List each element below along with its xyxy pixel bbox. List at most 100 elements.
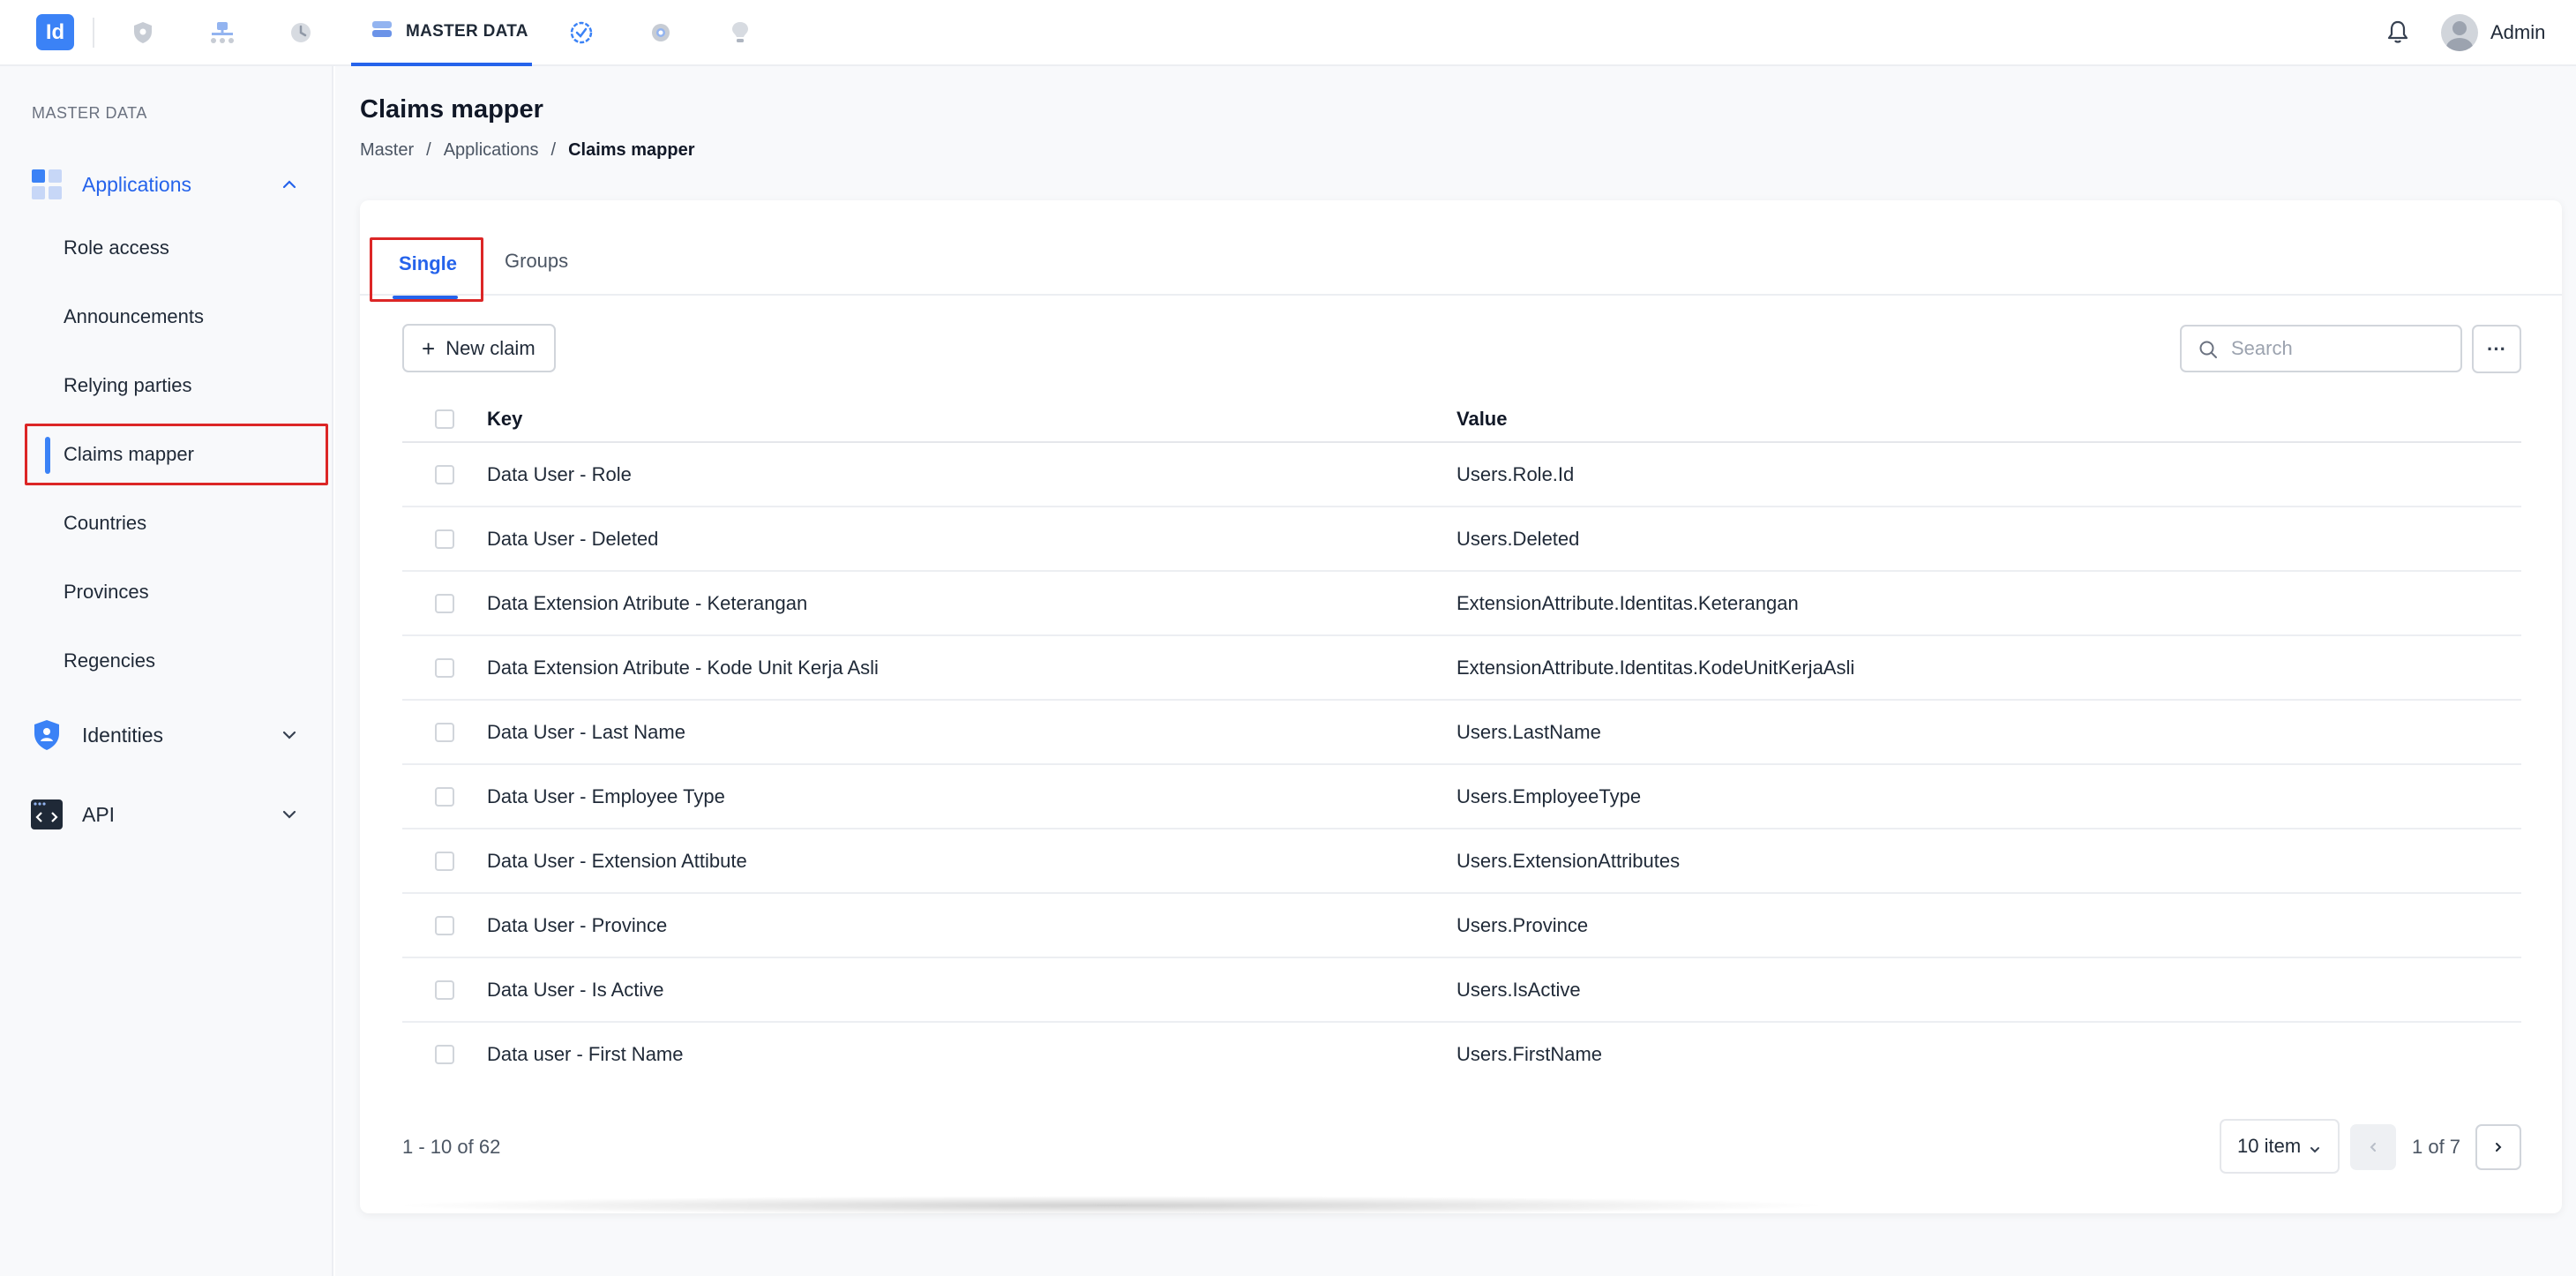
- check-badge-icon[interactable]: [564, 15, 599, 50]
- search-box[interactable]: [2180, 325, 2462, 372]
- per-page-select[interactable]: 10 item: [2220, 1119, 2340, 1174]
- page-title: Claims mapper: [360, 95, 543, 124]
- chevron-up-icon: [279, 174, 300, 195]
- sidebar-group-label: API: [82, 802, 116, 826]
- sidebar-item-label: Announcements: [64, 305, 204, 327]
- cell-key: Data user - First Name: [487, 1043, 684, 1065]
- cell-value: Users.IsActive: [1456, 979, 1581, 1001]
- cell-value: ExtensionAttribute.Identitas.Keterangan: [1456, 592, 1799, 614]
- breadcrumb-current: Claims mapper: [568, 140, 695, 160]
- main-content: Claims mapper Master / Applications / Cl…: [335, 66, 2576, 1276]
- shield-icon[interactable]: [125, 15, 161, 50]
- new-claim-label: New claim: [446, 336, 535, 359]
- grid-apps-icon: [30, 168, 64, 201]
- breadcrumb-separator: /: [550, 140, 557, 160]
- tab-groups[interactable]: Groups: [505, 250, 568, 273]
- sidebar-item-label: Provinces: [64, 581, 149, 603]
- settings-icon[interactable]: [643, 15, 678, 50]
- more-options-button[interactable]: ···: [2472, 325, 2521, 373]
- select-all-checkbox[interactable]: [435, 409, 454, 429]
- footer-shadow: [388, 1196, 1835, 1215]
- sidebar-item-provinces[interactable]: Provinces: [25, 561, 328, 623]
- sidebar-item-regencies[interactable]: Regencies: [25, 630, 328, 692]
- tab-active-underline: [393, 296, 458, 299]
- table-row[interactable]: Data user - First Name Users.FirstName: [402, 1023, 2521, 1087]
- user-name[interactable]: Admin: [2490, 21, 2545, 44]
- avatar[interactable]: [2441, 14, 2478, 51]
- row-checkbox[interactable]: [435, 594, 454, 613]
- table-row[interactable]: Data User - Last Name Users.LastName: [402, 701, 2521, 765]
- cell-key: Data Extension Atribute - Keterangan: [487, 592, 808, 614]
- identity-shield-icon: [30, 718, 64, 752]
- sidebar-group-identities[interactable]: Identities: [0, 709, 333, 762]
- cell-key: Data User - Last Name: [487, 721, 685, 743]
- table-row[interactable]: Data User - Province Users.Province: [402, 894, 2521, 958]
- bell-icon[interactable]: [2382, 16, 2414, 48]
- cell-value: Users.Deleted: [1456, 528, 1580, 550]
- breadcrumb-applications[interactable]: Applications: [444, 140, 539, 161]
- row-checkbox[interactable]: [435, 852, 454, 871]
- search-input[interactable]: [2231, 335, 2452, 362]
- cell-value: Users.FirstName: [1456, 1043, 1603, 1065]
- tab-single[interactable]: Single: [370, 237, 483, 302]
- sidebar-item-countries[interactable]: Countries: [25, 492, 328, 554]
- sidebar-group-api[interactable]: API: [0, 788, 333, 841]
- tab-master-data[interactable]: MASTER DATA: [351, 0, 532, 66]
- tab-single-label: Single: [399, 252, 458, 274]
- cell-value: Users.Province: [1456, 914, 1589, 936]
- code-window-icon: [30, 798, 64, 831]
- top-navbar: Id MASTER DATA Admin: [0, 0, 2576, 66]
- history-icon[interactable]: [283, 15, 318, 50]
- cell-key: Data User - Extension Attibute: [487, 850, 747, 872]
- sidebar-item-relying-parties[interactable]: Relying parties: [25, 355, 328, 417]
- cell-key: Data User - Is Active: [487, 979, 664, 1001]
- row-checkbox[interactable]: [435, 980, 454, 1000]
- sidebar-item-role-access[interactable]: Role access: [25, 217, 328, 279]
- sidebar-group-label: Identities: [82, 723, 164, 747]
- row-checkbox[interactable]: [435, 787, 454, 807]
- pagination-range: 1 - 10 of 62: [402, 1136, 501, 1158]
- sidebar-item-announcements[interactable]: Announcements: [25, 286, 328, 348]
- lightbulb-icon[interactable]: [723, 15, 758, 50]
- breadcrumb-master[interactable]: Master: [360, 140, 414, 161]
- claims-table: Key Value Data User - Role Users.Role.Id…: [402, 397, 2521, 1087]
- new-claim-button[interactable]: + New claim: [402, 324, 556, 372]
- app-logo[interactable]: Id: [36, 14, 74, 50]
- logo-divider: [93, 18, 94, 48]
- chevron-down-icon: [279, 724, 300, 746]
- table-row[interactable]: Data User - Deleted Users.Deleted: [402, 507, 2521, 572]
- cell-key: Data User - Role: [487, 463, 632, 485]
- sidebar-item-claims-mapper[interactable]: Claims mapper: [25, 424, 328, 485]
- header-key[interactable]: Key: [487, 408, 522, 431]
- sidebar-item-label: Countries: [64, 512, 147, 534]
- sidebar-group-applications[interactable]: Applications: [0, 158, 333, 211]
- sidebar-item-label: Role access: [64, 236, 169, 259]
- cell-key: Data User - Province: [487, 914, 668, 936]
- tab-master-data-label: MASTER DATA: [406, 21, 528, 41]
- table-header: Key Value: [402, 397, 2521, 443]
- breadcrumb-separator: /: [426, 140, 431, 160]
- row-checkbox[interactable]: [435, 658, 454, 678]
- table-row[interactable]: Data Extension Atribute - Kode Unit Kerj…: [402, 636, 2521, 701]
- table-row[interactable]: Data User - Extension Attibute Users.Ext…: [402, 829, 2521, 894]
- plus-icon: +: [422, 334, 436, 362]
- next-page-button[interactable]: [2475, 1124, 2521, 1170]
- chevron-left-icon: [2370, 1143, 2376, 1152]
- row-checkbox[interactable]: [435, 916, 454, 935]
- table-row[interactable]: Data User - Is Active Users.IsActive: [402, 958, 2521, 1023]
- table-row[interactable]: Data Extension Atribute - Keterangan Ext…: [402, 572, 2521, 636]
- cell-value: Users.ExtensionAttributes: [1456, 850, 1681, 872]
- search-icon: [2198, 339, 2219, 360]
- table-row[interactable]: Data User - Role Users.Role.Id: [402, 443, 2521, 507]
- row-checkbox[interactable]: [435, 465, 454, 484]
- previous-page-button[interactable]: [2350, 1124, 2396, 1170]
- header-value[interactable]: Value: [1456, 408, 1507, 431]
- table-row[interactable]: Data User - Employee Type Users.Employee…: [402, 765, 2521, 829]
- sidebar-section-label: MASTER DATA: [32, 104, 147, 122]
- cell-value: Users.LastName: [1456, 721, 1601, 743]
- cell-key: Data User - Deleted: [487, 528, 659, 550]
- row-checkbox[interactable]: [435, 529, 454, 549]
- row-checkbox[interactable]: [435, 1045, 454, 1064]
- row-checkbox[interactable]: [435, 723, 454, 742]
- network-icon[interactable]: [205, 15, 240, 50]
